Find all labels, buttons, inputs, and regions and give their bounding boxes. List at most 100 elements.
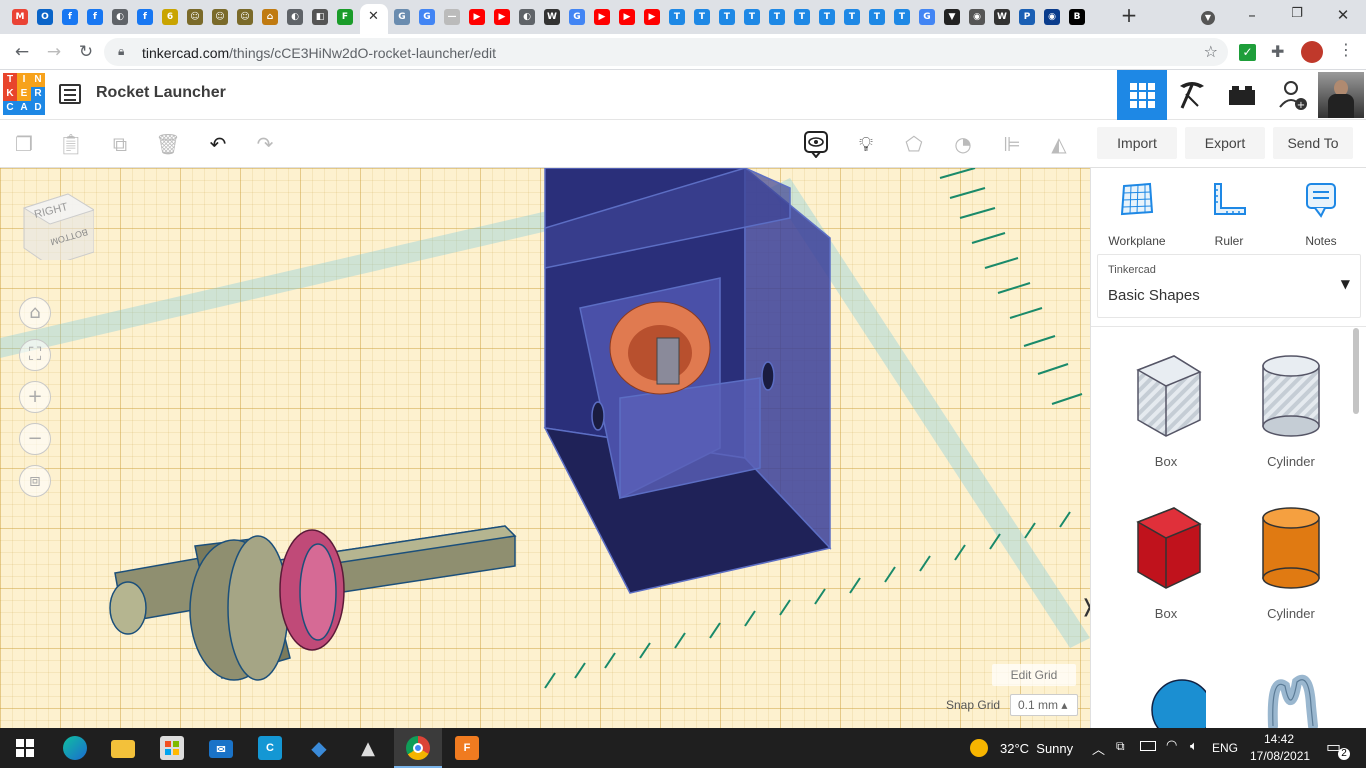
new-tab-button[interactable]: + (1117, 3, 1141, 27)
notes-tool[interactable]: Notes (1281, 178, 1361, 248)
add-user-button[interactable]: + (1268, 70, 1318, 120)
browser-tab[interactable]: ▶ (593, 6, 611, 28)
ungroup-button[interactable]: ◔ (947, 128, 979, 160)
browser-tab[interactable]: — (443, 6, 461, 28)
shape-box[interactable]: Box (1111, 500, 1221, 630)
browser-tab[interactable]: 6 (161, 6, 179, 28)
duplicate-button[interactable]: ⧉ (104, 128, 136, 160)
meet-icon[interactable]: ⧉ (1116, 739, 1125, 754)
browser-tab[interactable]: ⌂ (261, 6, 279, 28)
store-icon[interactable] (160, 736, 184, 760)
browser-tab[interactable]: T (718, 6, 736, 28)
weather-text[interactable]: 32°C Sunny (1000, 741, 1073, 756)
c-app-icon[interactable]: C (258, 736, 282, 760)
shape-cylinder-hole[interactable]: Cylinder (1236, 348, 1346, 478)
back-button[interactable]: ← (10, 40, 34, 64)
browser-tab[interactable]: ◉ (968, 6, 986, 28)
export-button[interactable]: Export (1185, 127, 1265, 159)
perspective-button[interactable]: ⧈ (19, 465, 51, 497)
zoom-out-button[interactable]: − (19, 423, 51, 455)
minimize-button[interactable]: – (1240, 6, 1264, 28)
shape-sphere[interactable] (1111, 652, 1221, 728)
group-button[interactable]: ⬠ (898, 128, 930, 160)
shape-library-select[interactable]: Tinkercad Basic Shapes ▼ (1097, 254, 1361, 318)
align-button[interactable]: ⊫ (996, 128, 1028, 160)
url-text[interactable]: tinkercad.com/things/cCE3HiNw2dO-rocket-… (142, 45, 496, 61)
project-title[interactable]: Rocket Launcher (96, 84, 226, 102)
redo-button[interactable]: ↷ (249, 128, 281, 160)
wifi-icon[interactable]: ◠ (1166, 738, 1177, 753)
browser-tab[interactable]: B (1068, 6, 1086, 28)
workplane-canvas[interactable]: RIGHT BOTTOM ⌂ ⛶ + − ⧈ Edit Grid Snap Gr… (0, 168, 1090, 728)
undo-button[interactable]: ↶ (202, 128, 234, 160)
browser-tab[interactable]: M (11, 6, 29, 28)
browser-tab[interactable]: G (418, 6, 436, 28)
close-window-button[interactable]: ✕ (1331, 6, 1355, 28)
browser-tab[interactable]: T (743, 6, 761, 28)
tab-search-button[interactable]: ▼ (1196, 6, 1220, 28)
fusion-icon[interactable]: F (455, 736, 479, 760)
lightbulb-button[interactable]: 💡︎ (850, 128, 882, 160)
volume-icon[interactable]: 🔈︎ (1190, 739, 1198, 754)
browser-tab[interactable]: G (393, 6, 411, 28)
send-to-button[interactable]: Send To (1273, 127, 1353, 159)
chrome-task-active[interactable] (394, 728, 442, 768)
home-view-button[interactable]: ⌂ (19, 297, 51, 329)
browser-tab[interactable]: f (136, 6, 154, 28)
panel-expand-chevron-icon[interactable]: ❭ (1080, 596, 1090, 632)
clock-time[interactable]: 14:42 (1264, 732, 1294, 746)
mirror-button[interactable]: ◭ (1043, 128, 1075, 160)
browser-tab[interactable]: T (793, 6, 811, 28)
browser-tab[interactable]: ◐ (518, 6, 536, 28)
user-avatar[interactable] (1318, 72, 1364, 118)
browser-tab[interactable]: G (918, 6, 936, 28)
browser-tab[interactable]: T (768, 6, 786, 28)
browser-tab[interactable]: ▼ (943, 6, 961, 28)
diamond-app-icon[interactable]: ◆ (307, 736, 331, 760)
ruler-tool[interactable]: Ruler (1189, 178, 1269, 248)
close-tab-icon[interactable]: ✕ (368, 9, 379, 24)
battery-icon[interactable] (1140, 741, 1156, 751)
show-all-button[interactable] (800, 128, 832, 160)
bricks-view-button[interactable] (1217, 70, 1267, 120)
browser-tab[interactable]: P (1018, 6, 1036, 28)
browser-tab[interactable]: W (993, 6, 1011, 28)
mail-icon[interactable]: ✉ (209, 740, 233, 758)
fit-view-button[interactable]: ⛶ (19, 339, 51, 371)
browser-menu-button[interactable]: ⋮ (1338, 40, 1354, 59)
browser-tab[interactable]: T (843, 6, 861, 28)
browser-tab[interactable]: ◉ (1043, 6, 1061, 28)
browser-tab[interactable]: f (86, 6, 104, 28)
browser-tab[interactable]: W (543, 6, 561, 28)
browser-tab[interactable]: ▶ (493, 6, 511, 28)
browser-tab[interactable]: f (61, 6, 79, 28)
browser-tab[interactable]: ◐ (286, 6, 304, 28)
tinkercad-logo[interactable]: TINKERCAD (3, 73, 45, 115)
omnibox[interactable]: 🔒︎ tinkercad.com/things/cCE3HiNw2dO-rock… (104, 38, 1228, 66)
browser-tab[interactable]: ▶ (468, 6, 486, 28)
browser-tab[interactable]: ☺ (236, 6, 254, 28)
delete-button[interactable]: 🗑︎ (152, 128, 184, 160)
extensions-puzzle-icon[interactable]: ✚ (1271, 42, 1284, 61)
browser-tab[interactable]: T (818, 6, 836, 28)
browser-tab[interactable]: ◐ (111, 6, 129, 28)
file-explorer-icon[interactable] (111, 740, 135, 758)
active-tab[interactable]: ✕ (360, 4, 388, 34)
edge-icon[interactable] (63, 736, 87, 760)
paste-button[interactable]: 📋︎ (55, 128, 87, 160)
zoom-in-button[interactable]: + (19, 381, 51, 413)
browser-tab[interactable]: ▶ (643, 6, 661, 28)
view-cube[interactable]: RIGHT BOTTOM (22, 188, 96, 267)
browser-tab[interactable]: O (36, 6, 54, 28)
language-indicator[interactable]: ENG (1212, 741, 1238, 755)
browser-tab[interactable]: ☺ (211, 6, 229, 28)
copy-button[interactable]: ❐ (8, 128, 40, 160)
3d-design-view-button[interactable] (1117, 70, 1167, 120)
project-list-icon[interactable] (59, 84, 81, 104)
forward-button[interactable]: → (42, 40, 66, 64)
clock-date[interactable]: 17/08/2021 (1250, 749, 1310, 763)
shape-scribble[interactable] (1236, 652, 1346, 728)
browser-tab[interactable]: ◧ (311, 6, 329, 28)
browser-tab[interactable]: T (668, 6, 686, 28)
browser-tab[interactable]: F (336, 6, 354, 28)
